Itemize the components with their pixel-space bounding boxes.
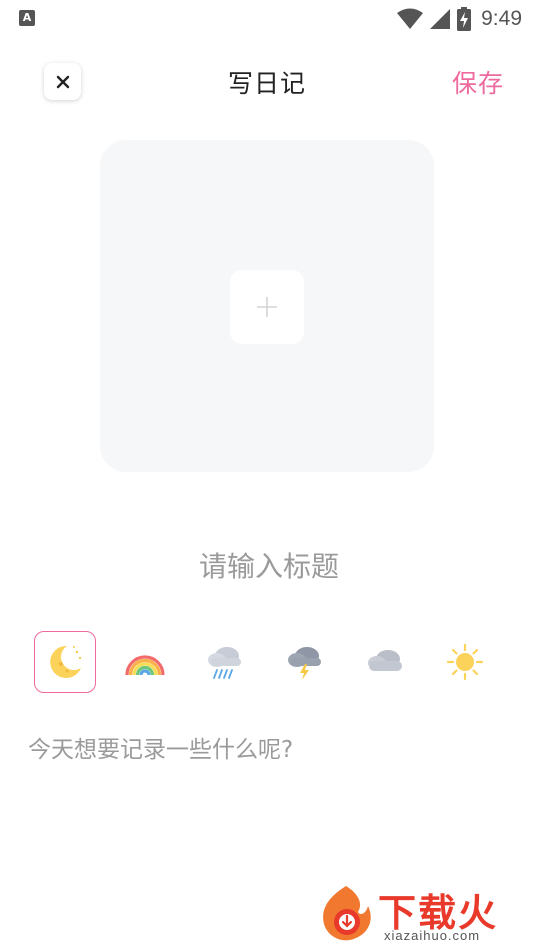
diary-content-input[interactable] [28, 730, 508, 850]
weather-option-cloudy[interactable] [354, 631, 416, 693]
cell-signal-icon [430, 9, 451, 29]
app-notification-icon: A [19, 10, 35, 26]
plus-icon [257, 297, 277, 317]
weather-option-rainbow[interactable] [114, 631, 176, 693]
watermark-domain: xiazaihuo.com [384, 928, 481, 943]
save-button[interactable]: 保存 [452, 64, 504, 100]
weather-selector [34, 631, 504, 693]
flame-logo-icon [323, 886, 371, 941]
sunny-icon [446, 643, 484, 681]
weather-option-sunny[interactable] [434, 631, 496, 693]
wifi-icon [397, 8, 424, 29]
status-bar: A 9:49 [0, 0, 534, 38]
rain-icon [208, 647, 241, 679]
cloudy-icon [368, 650, 402, 671]
header: 写日记 保存 [0, 50, 534, 114]
weather-option-rain[interactable] [194, 631, 256, 693]
title-input[interactable] [40, 540, 498, 592]
moon-icon [50, 645, 82, 678]
weather-option-thunderstorm[interactable] [274, 631, 336, 693]
photo-upload-area[interactable] [100, 140, 434, 472]
rainbow-icon [125, 655, 165, 676]
watermark-logo: 下载火 xiazaihuo.com [316, 880, 530, 946]
weather-option-moon[interactable] [34, 631, 96, 693]
status-icons: 9:49 [397, 4, 522, 34]
battery-charging-icon [457, 7, 472, 31]
status-time: 9:49 [481, 7, 522, 30]
add-photo-button[interactable] [230, 270, 304, 344]
thunderstorm-icon [288, 647, 321, 680]
